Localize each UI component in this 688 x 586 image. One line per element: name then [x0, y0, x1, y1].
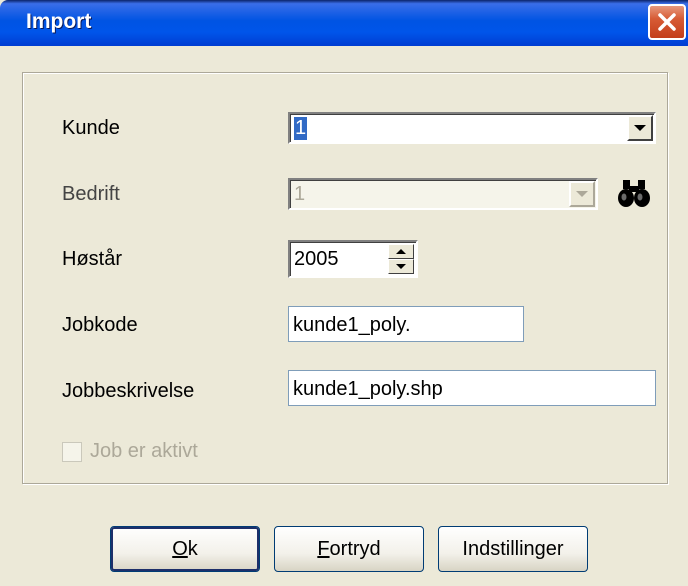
close-button[interactable]: [648, 4, 686, 40]
spin-up-button[interactable]: [388, 244, 414, 259]
bedrift-dropdown-button[interactable]: [569, 181, 595, 207]
hoestaar-label: Høstår: [62, 248, 122, 270]
jobbeskrivelse-value: kunde1_poly.shp: [293, 378, 443, 400]
job-aktiv-label: Job er aktivt: [90, 440, 198, 462]
hoestaar-spinner[interactable]: 2005: [288, 240, 418, 278]
binoculars-icon: [618, 180, 650, 207]
bedrift-value: 1: [294, 183, 306, 205]
bedrift-combobox[interactable]: 1: [288, 178, 598, 210]
jobkode-input[interactable]: kunde1_poly.: [288, 306, 524, 342]
job-aktiv-checkbox-row[interactable]: Job er aktivt: [62, 440, 198, 463]
title-bar: Import: [0, 0, 688, 46]
indstillinger-label: Indstillinger: [462, 537, 564, 560]
ok-button[interactable]: Ok: [110, 526, 260, 572]
jobkode-label: Jobkode: [62, 314, 138, 336]
bedrift-label: Bedrift: [62, 183, 120, 205]
hoestaar-value: 2005: [294, 248, 339, 270]
kunde-dropdown-button[interactable]: [627, 115, 653, 141]
kunde-value: 1: [294, 117, 308, 140]
fortryd-mnemonic: F: [317, 537, 330, 560]
kunde-combobox[interactable]: 1: [288, 112, 656, 144]
jobbeskrivelse-label: Jobbeskrivelse: [62, 380, 195, 402]
find-button[interactable]: [614, 174, 654, 212]
ok-label-rest: k: [187, 537, 198, 560]
fortryd-label-rest: ortryd: [329, 537, 381, 560]
chevron-down-icon: [396, 264, 406, 269]
import-dialog: Import Kunde 1 Bedrift 1 Høstår 2005 Job…: [0, 0, 688, 586]
chevron-down-icon: [634, 125, 646, 131]
jobkode-value: kunde1_poly.: [293, 314, 411, 336]
chevron-down-icon: [576, 191, 588, 197]
chevron-up-icon: [396, 249, 406, 254]
window-title: Import: [26, 10, 92, 33]
spin-down-button[interactable]: [388, 259, 414, 274]
job-aktiv-checkbox[interactable]: [62, 441, 82, 462]
kunde-label: Kunde: [62, 117, 120, 139]
indstillinger-button[interactable]: Indstillinger: [438, 526, 588, 572]
close-icon: [658, 13, 676, 31]
ok-mnemonic: O: [172, 537, 188, 560]
fortryd-button[interactable]: Fortryd: [274, 526, 424, 572]
jobbeskrivelse-input[interactable]: kunde1_poly.shp: [288, 370, 656, 406]
